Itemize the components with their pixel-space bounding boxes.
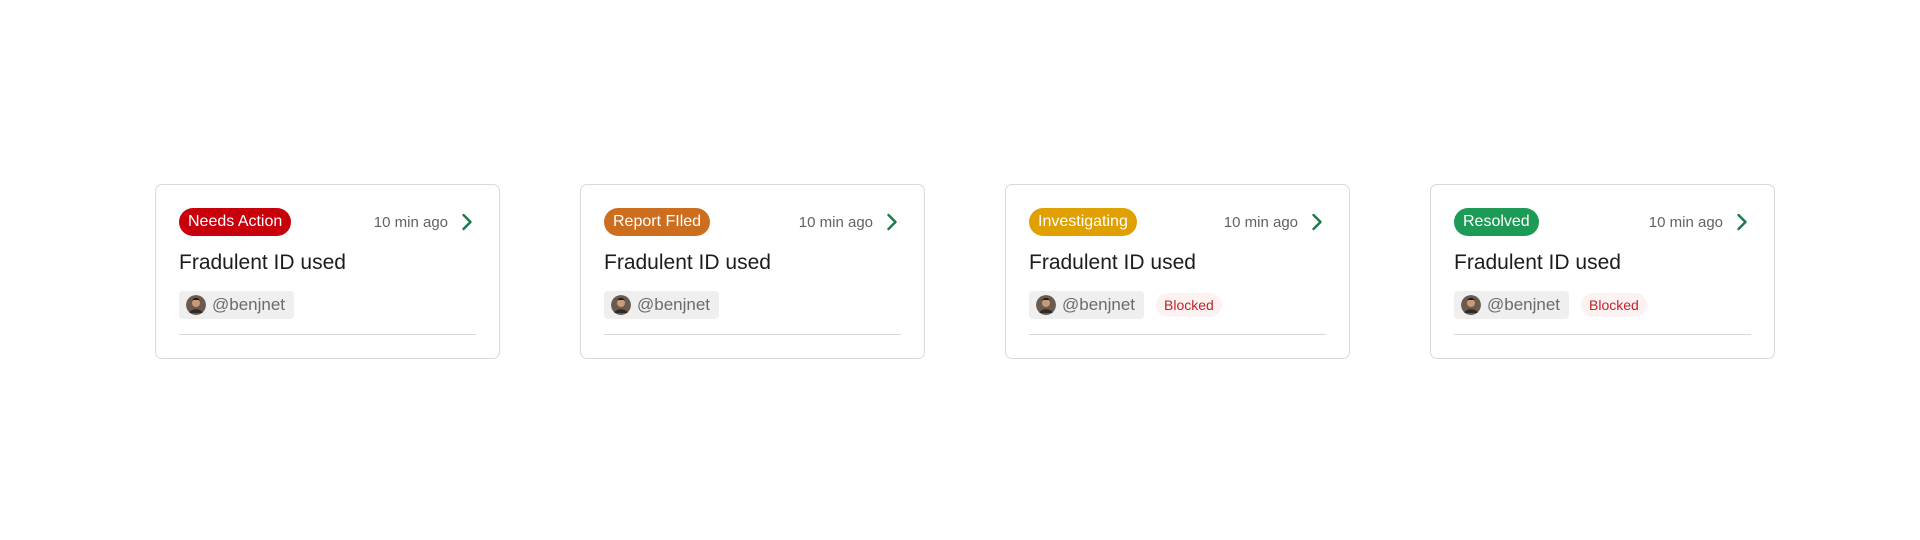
chevron-right-icon (1737, 213, 1747, 231)
timestamp: 10 min ago (798, 213, 873, 231)
status-badge: Resolved (1454, 208, 1539, 236)
status-badge: Report FIled (604, 208, 711, 236)
chevron-right-icon (1312, 213, 1322, 231)
case-card[interactable]: Needs Action 10 min ago Fradulent ID use… (155, 184, 500, 359)
divider (179, 334, 476, 335)
avatar (1461, 295, 1481, 315)
card-chips: @benjnet Blocked (1454, 291, 1647, 319)
divider (1029, 334, 1326, 335)
card-meta: 10 min ago (374, 211, 476, 233)
user-chip[interactable]: @benjnet (1029, 291, 1145, 319)
open-case-button[interactable] (458, 211, 476, 233)
username: @benjnet (1062, 295, 1136, 314)
card-chips: @benjnet Blocked (1029, 291, 1222, 319)
timestamp: 10 min ago (373, 213, 448, 231)
chevron-right-icon (887, 213, 897, 231)
avatar (611, 295, 631, 315)
case-title: Fradulent ID used (179, 251, 346, 274)
card-meta: 10 min ago (1649, 211, 1751, 233)
username: @benjnet (637, 295, 711, 314)
timestamp: 10 min ago (1648, 213, 1723, 231)
card-header: Investigating 10 min ago (1029, 208, 1326, 236)
status-badge: Needs Action (179, 208, 292, 236)
case-card[interactable]: Resolved 10 min ago Fradulent ID used @b… (1430, 184, 1775, 359)
avatar (1036, 295, 1056, 315)
card-meta: 10 min ago (1224, 211, 1326, 233)
username: @benjnet (212, 295, 286, 314)
case-card[interactable]: Report FIled 10 min ago Fradulent ID use… (580, 184, 925, 359)
divider (1454, 334, 1751, 335)
open-case-button[interactable] (1733, 211, 1751, 233)
timestamp: 10 min ago (1223, 213, 1298, 231)
chevron-right-icon (462, 213, 472, 231)
status-badge: Investigating (1029, 208, 1137, 236)
card-header: Needs Action 10 min ago (179, 208, 476, 236)
user-chip[interactable]: @benjnet (1454, 291, 1570, 319)
card-header: Report FIled 10 min ago (604, 208, 901, 236)
blocked-tag: Blocked (1581, 293, 1647, 317)
user-chip[interactable]: @benjnet (179, 291, 295, 319)
avatar (186, 295, 206, 315)
open-case-button[interactable] (1308, 211, 1326, 233)
username: @benjnet (1487, 295, 1561, 314)
divider (604, 334, 901, 335)
card-chips: @benjnet (179, 291, 295, 319)
case-title: Fradulent ID used (1454, 251, 1621, 274)
card-chips: @benjnet (604, 291, 720, 319)
case-title: Fradulent ID used (604, 251, 771, 274)
user-chip[interactable]: @benjnet (604, 291, 720, 319)
blocked-tag: Blocked (1156, 293, 1222, 317)
case-card[interactable]: Investigating 10 min ago Fradulent ID us… (1005, 184, 1350, 359)
case-card-row: Needs Action 10 min ago Fradulent ID use… (155, 184, 1775, 359)
open-case-button[interactable] (883, 211, 901, 233)
card-header: Resolved 10 min ago (1454, 208, 1751, 236)
case-title: Fradulent ID used (1029, 251, 1196, 274)
card-meta: 10 min ago (799, 211, 901, 233)
